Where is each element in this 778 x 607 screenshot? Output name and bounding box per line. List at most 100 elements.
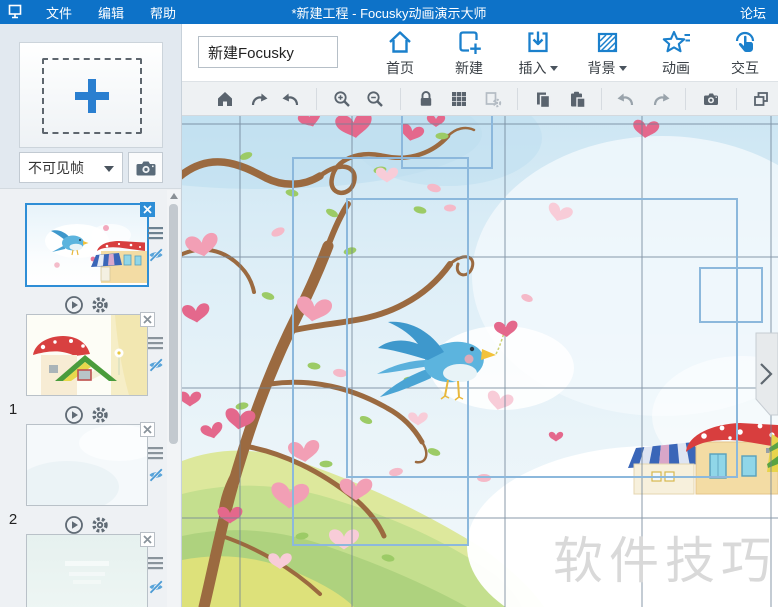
- background-button-label: 背景: [587, 60, 616, 76]
- slide-1-thumbnail-image: [27, 205, 147, 285]
- add-frame-dashed-box[interactable]: [42, 58, 142, 134]
- slide-settings-gear-button[interactable]: [90, 405, 110, 425]
- arrange-windows-icon: [754, 91, 769, 106]
- frames-sidebar: 不可见帧 1 2: [0, 24, 182, 607]
- grid-button[interactable]: [443, 82, 476, 115]
- slide-thumbnail-1[interactable]: [25, 203, 149, 287]
- background-button[interactable]: 背景: [575, 26, 639, 80]
- menu-file[interactable]: 文件: [33, 3, 85, 22]
- insert-button[interactable]: 插入: [506, 26, 570, 80]
- scrollbar-thumb[interactable]: [169, 204, 178, 444]
- delete-slide-button[interactable]: [140, 202, 155, 217]
- frame-type-row: 不可见帧: [19, 152, 163, 183]
- slide-menu-button[interactable]: [148, 337, 164, 355]
- paste-button[interactable]: [560, 82, 593, 115]
- delete-slide-button[interactable]: [140, 422, 155, 437]
- redo-quick-button[interactable]: [241, 82, 274, 115]
- zoom-in-button[interactable]: [325, 82, 358, 115]
- new-frame-icon: [459, 31, 481, 54]
- preview-play-button[interactable]: [64, 405, 84, 425]
- slide-menu-button[interactable]: [148, 557, 164, 575]
- copy-icon: [537, 92, 551, 108]
- add-frame-card[interactable]: [19, 42, 163, 148]
- slide-list-scrollbar[interactable]: [167, 190, 180, 607]
- copy-button[interactable]: [526, 82, 559, 115]
- undo-quick-button[interactable]: [275, 82, 308, 115]
- undo-icon: [282, 93, 299, 105]
- quick-toolbar: [182, 82, 778, 116]
- home-quick-button[interactable]: [208, 82, 241, 115]
- slide-2-thumbnail-image: [27, 315, 147, 395]
- camera-icon: [136, 161, 155, 175]
- menu-edit[interactable]: 编辑: [85, 3, 137, 22]
- slide-menu-button[interactable]: [148, 227, 164, 245]
- slide-number: 1: [8, 401, 18, 418]
- focusky-window: 文件 编辑 帮助 *新建工程 - Focusky动画演示大师 论坛 不可见帧 1…: [0, 0, 778, 607]
- preview-play-button[interactable]: [64, 515, 84, 535]
- preview-play-button[interactable]: [64, 295, 84, 315]
- new-frame-button[interactable]: 新建: [437, 26, 501, 80]
- expand-panel-tab[interactable]: [755, 332, 778, 416]
- canvas[interactable]: 软件技巧: [182, 116, 778, 607]
- main-toolbar: 首页 新建 插入: [182, 24, 778, 82]
- scroll-up-arrow-icon[interactable]: [170, 193, 178, 199]
- undo-step-icon: [617, 93, 634, 105]
- home-button[interactable]: 首页: [368, 26, 432, 80]
- insert-icon: [528, 31, 548, 53]
- toolbar-separator: [316, 87, 318, 110]
- zoom-out-icon: [367, 90, 384, 107]
- chevron-down-icon: [549, 65, 558, 71]
- animation-button[interactable]: 动画: [644, 26, 708, 80]
- interaction-button[interactable]: 交互: [713, 26, 777, 80]
- delete-slide-button[interactable]: [140, 532, 155, 547]
- zoom-out-button[interactable]: [359, 82, 392, 115]
- slide-thumbnail-4[interactable]: [26, 534, 148, 607]
- hamburger-icon: [148, 557, 163, 570]
- plus-icon: [75, 79, 109, 113]
- animation-star-icon: [662, 30, 690, 53]
- eye-slash-icon: [149, 248, 163, 262]
- delete-slide-button[interactable]: [140, 312, 155, 327]
- slide-number: 2: [8, 511, 18, 528]
- frame-settings-button[interactable]: [476, 82, 509, 115]
- slide-visibility-toggle[interactable]: [148, 357, 164, 378]
- frame-type-dropdown[interactable]: 不可见帧: [19, 152, 123, 183]
- slide-menu-button[interactable]: [148, 447, 164, 465]
- menu-help[interactable]: 帮助: [137, 3, 189, 22]
- grid-icon: [452, 91, 467, 106]
- new-button-label: 新建: [455, 60, 483, 76]
- toolbar-buttons: 首页 新建 插入 背景 动画 交互: [368, 26, 777, 80]
- slide-settings-gear-button[interactable]: [90, 515, 110, 535]
- slide-thumbnail-3[interactable]: [26, 424, 148, 506]
- snapshot-button[interactable]: [694, 82, 727, 115]
- undo-step-button[interactable]: [610, 82, 643, 115]
- redo-step-icon: [653, 93, 670, 105]
- slide-visibility-toggle[interactable]: [148, 247, 164, 268]
- watermark: 软件技巧: [553, 533, 777, 589]
- chevron-down-icon: [104, 166, 114, 172]
- home-outline-icon: [389, 31, 411, 53]
- slide-visibility-toggle[interactable]: [148, 579, 164, 600]
- lock-button[interactable]: [409, 82, 442, 115]
- slide-thumbnail-2[interactable]: [26, 314, 148, 396]
- home-icon: [217, 91, 232, 106]
- hamburger-icon: [148, 337, 163, 350]
- slide-list: 1 2: [0, 188, 181, 607]
- slide-settings-gear-button[interactable]: [90, 295, 110, 315]
- arrange-windows-button[interactable]: [744, 82, 777, 115]
- project-name-input[interactable]: [198, 36, 338, 68]
- slide-actions: [64, 405, 110, 425]
- canvas-area[interactable]: 软件技巧: [182, 116, 778, 607]
- home-button-label: 首页: [386, 60, 414, 76]
- toolbar-separator: [400, 87, 402, 110]
- close-icon: [143, 315, 152, 324]
- slide-4-thumbnail-image: [27, 535, 147, 607]
- interaction-button-label: 交互: [731, 60, 759, 76]
- frame-settings-icon: [485, 91, 501, 107]
- redo-step-button[interactable]: [644, 82, 677, 115]
- thumbnail-camera-button[interactable]: [128, 152, 163, 183]
- slide-visibility-toggle[interactable]: [148, 467, 164, 488]
- forum-link[interactable]: 论坛: [740, 3, 766, 22]
- app-window-icon: [8, 4, 23, 20]
- slide-actions: [64, 515, 110, 535]
